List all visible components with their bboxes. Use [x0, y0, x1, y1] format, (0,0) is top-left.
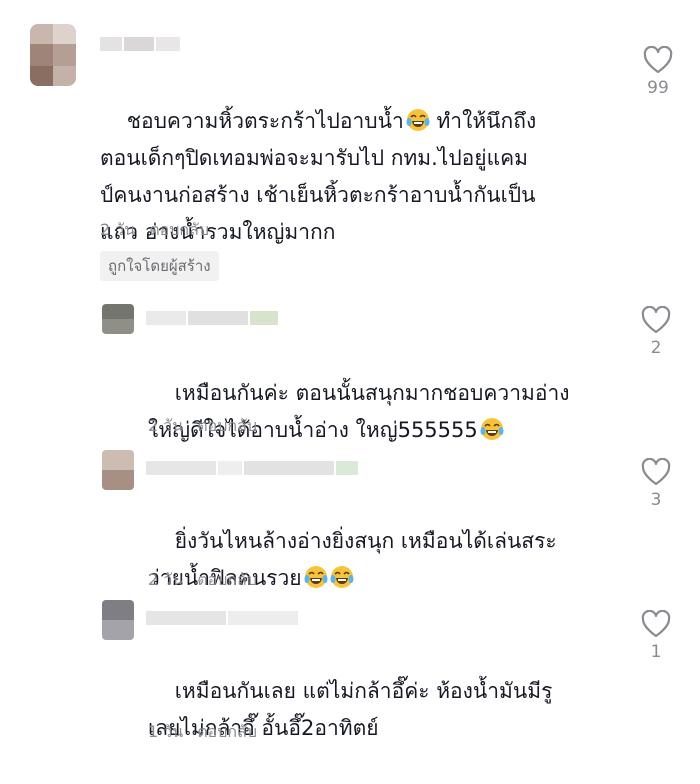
reply-button[interactable]: ตอบกลับ [197, 416, 257, 435]
reply-comment-2: ยิ่งวันไหนล้างอ่างยิ่งสนุก เหมือนได้เล่น… [0, 440, 700, 590]
tears-of-joy-emoji-icon [406, 107, 430, 131]
comment-text: เหมือนกันเลย แต่ไม่กล้าอึ๊ค่ะ ห้องน้ำมัน… [148, 679, 553, 740]
tears-of-joy-emoji-icon [480, 416, 504, 440]
tears-of-joy-emoji-icon [330, 564, 354, 588]
comment-1: ชอบความหิ้วตระกร้าไปอาบน้ำ ทำให้นึกถึง ต… [0, 0, 700, 290]
like-button[interactable]: 1 [636, 610, 676, 662]
avatar[interactable] [102, 600, 134, 640]
reply-button[interactable]: ตอบกลับ [197, 722, 257, 741]
username-blurred[interactable] [146, 310, 280, 325]
liked-by-creator-badge: ถูกใจโดยผู้สร้าง [100, 251, 219, 281]
reply-button[interactable]: ตอบกลับ [149, 220, 209, 239]
timestamp: 1 วัน [148, 722, 184, 741]
username-blurred[interactable] [146, 460, 360, 475]
timestamp: 2 วัน [100, 220, 136, 239]
like-count: 99 [647, 78, 669, 98]
like-count: 3 [650, 490, 662, 510]
heart-outline-icon [641, 306, 671, 334]
heart-outline-icon [641, 610, 671, 638]
reply-button[interactable]: ตอบกลับ [197, 570, 257, 589]
heart-outline-icon [641, 458, 671, 486]
comment-meta: 1 วัน ตอบกลับ [148, 720, 271, 745]
comment-meta: 2 วัน ตอบกลับ [148, 414, 271, 439]
username-blurred[interactable] [146, 610, 300, 625]
timestamp: 2 วัน [148, 570, 184, 589]
timestamp: 2 วัน [148, 416, 184, 435]
reply-comment-3: เหมือนกันเลย แต่ไม่กล้าอึ๊ค่ะ ห้องน้ำมัน… [0, 590, 700, 750]
like-button[interactable]: 99 [638, 46, 678, 98]
avatar[interactable] [30, 24, 76, 86]
avatar[interactable] [102, 450, 134, 490]
like-count: 2 [650, 338, 662, 358]
like-button[interactable]: 3 [636, 458, 676, 510]
like-button[interactable]: 2 [636, 306, 676, 358]
reply-comment-1: เหมือนกันค่ะ ตอนนั้นสนุกมากชอบความอ่าง ใ… [0, 290, 700, 442]
avatar[interactable] [102, 304, 134, 334]
like-count: 1 [650, 642, 662, 662]
heart-outline-icon [643, 46, 673, 74]
tears-of-joy-emoji-icon [304, 564, 328, 588]
username-blurred[interactable] [100, 36, 182, 51]
comment-meta: 2 วัน ตอบกลับ [100, 218, 223, 243]
